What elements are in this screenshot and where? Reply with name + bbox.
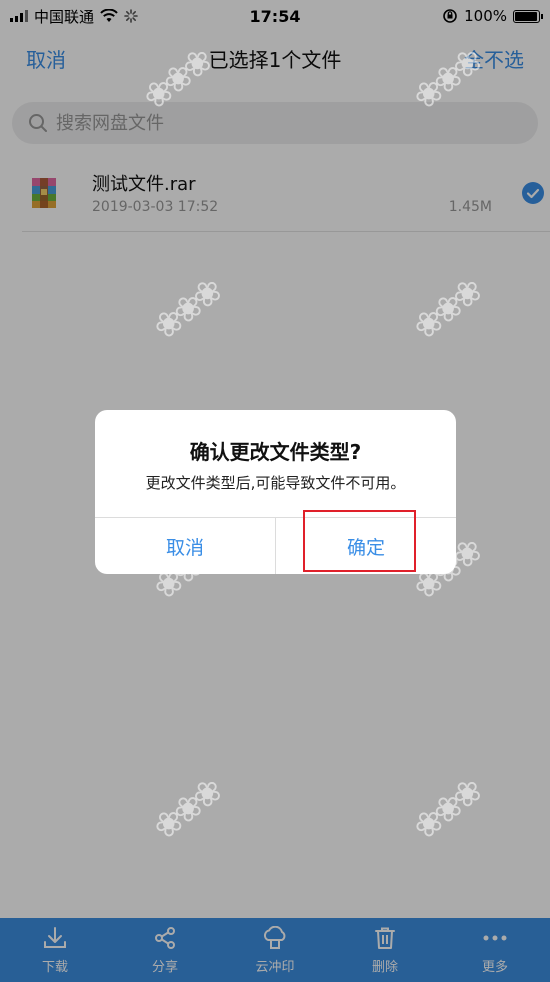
dialog-cancel-button[interactable]: 取消 xyxy=(95,518,275,574)
confirm-dialog: 确认更改文件类型? 更改文件类型后,可能导致文件不可用。 取消 确定 xyxy=(95,410,456,574)
dialog-title: 确认更改文件类型? xyxy=(189,440,362,464)
dialog-message: 更改文件类型后,可能导致文件不可用。 xyxy=(145,474,406,492)
dialog-confirm-button[interactable]: 确定 xyxy=(276,518,456,574)
